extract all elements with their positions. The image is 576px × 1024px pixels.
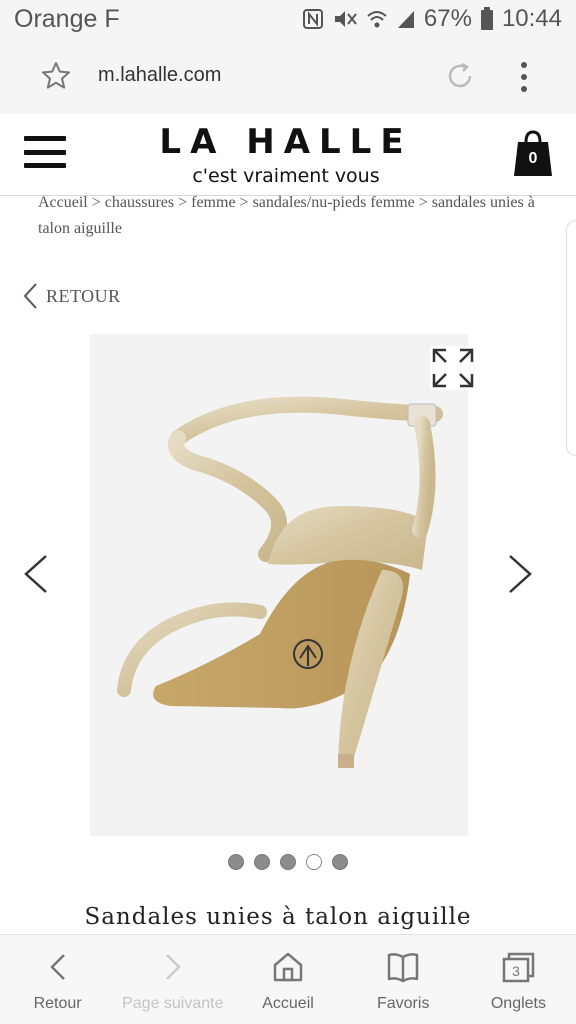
status-icons: 67% 10:44 xyxy=(302,5,562,33)
signal-icon xyxy=(396,8,416,30)
product-image[interactable] xyxy=(90,334,468,836)
browser-bottom-nav: Retour Page suivante Accueil Favoris 3 O… xyxy=(0,934,576,1024)
breadcrumb: Accueil > chaussures > femme > sandales/… xyxy=(38,194,535,237)
reload-icon[interactable] xyxy=(444,60,476,92)
product-title: Sandales unies à talon aiguille xyxy=(84,904,472,930)
wifi-icon xyxy=(366,8,388,30)
carousel-dots xyxy=(0,854,576,870)
tabs-icon: 3 xyxy=(503,952,535,983)
nav-home-button[interactable]: Accueil xyxy=(230,935,345,1024)
chevron-right-icon[interactable] xyxy=(506,552,536,596)
carousel-dot[interactable] xyxy=(228,854,244,870)
nav-home-label: Accueil xyxy=(262,995,314,1012)
carousel-dot[interactable] xyxy=(254,854,270,870)
nav-bookmarks-label: Favoris xyxy=(376,995,430,1012)
breadcrumb-item-chaussures[interactable]: chaussures xyxy=(105,194,174,211)
cart-count: 0 xyxy=(528,150,538,167)
breadcrumb-item-femme[interactable]: femme xyxy=(191,194,235,211)
carousel-dot[interactable] xyxy=(332,854,348,870)
carousel-dot-active[interactable] xyxy=(306,854,322,870)
nav-forward-label: Page suivante xyxy=(122,995,224,1012)
home-icon xyxy=(273,952,303,982)
chevron-left-icon xyxy=(23,283,37,309)
side-panel-handle[interactable] xyxy=(566,220,576,456)
forward-icon xyxy=(165,954,181,980)
nav-bookmarks-button[interactable]: Favoris xyxy=(346,935,461,1024)
star-icon[interactable] xyxy=(40,60,72,92)
url-field[interactable]: m.lahalle.com xyxy=(98,64,221,87)
carrier-name: Orange F xyxy=(14,4,120,33)
retour-link[interactable]: RETOUR xyxy=(22,282,121,310)
clock: 10:44 xyxy=(501,5,562,32)
browser-url-bar: m.lahalle.com xyxy=(0,38,576,114)
breadcrumb-item-sandales[interactable]: sandales/nu-pieds femme xyxy=(253,194,415,211)
mute-icon xyxy=(332,8,358,30)
site-header: LA HALLE c'est vraiment vous 0 xyxy=(0,114,576,196)
tabs-count: 3 xyxy=(513,963,521,979)
nav-forward-button[interactable]: Page suivante xyxy=(115,935,230,1024)
bookmark-icon xyxy=(387,953,419,983)
nav-tabs-label: Onglets xyxy=(490,995,546,1012)
nav-back-label: Retour xyxy=(33,995,82,1012)
back-icon xyxy=(49,954,65,980)
breadcrumb-item-accueil[interactable]: Accueil xyxy=(38,194,88,211)
brand-logo[interactable]: LA HALLE c'est vraiment vous xyxy=(140,122,432,188)
nfc-icon xyxy=(302,8,324,30)
sandal-illustration xyxy=(117,396,443,768)
fullscreen-icon[interactable] xyxy=(430,346,476,390)
brand-tagline: c'est vraiment vous xyxy=(192,165,380,187)
cart-button[interactable]: 0 xyxy=(512,130,554,180)
nav-back-button[interactable]: Retour xyxy=(0,935,115,1024)
retour-label: RETOUR xyxy=(46,285,121,306)
battery-percent: 67% xyxy=(423,5,472,32)
brand-name: LA HALLE xyxy=(159,122,413,162)
carousel-dot[interactable] xyxy=(280,854,296,870)
battery-icon xyxy=(480,7,494,31)
nav-tabs-button[interactable]: 3 Onglets xyxy=(461,935,576,1024)
menu-icon[interactable] xyxy=(24,136,66,168)
chevron-left-icon[interactable] xyxy=(20,552,50,596)
status-bar: Orange F 67% 10:44 xyxy=(0,0,576,38)
more-options-icon[interactable] xyxy=(514,62,534,92)
